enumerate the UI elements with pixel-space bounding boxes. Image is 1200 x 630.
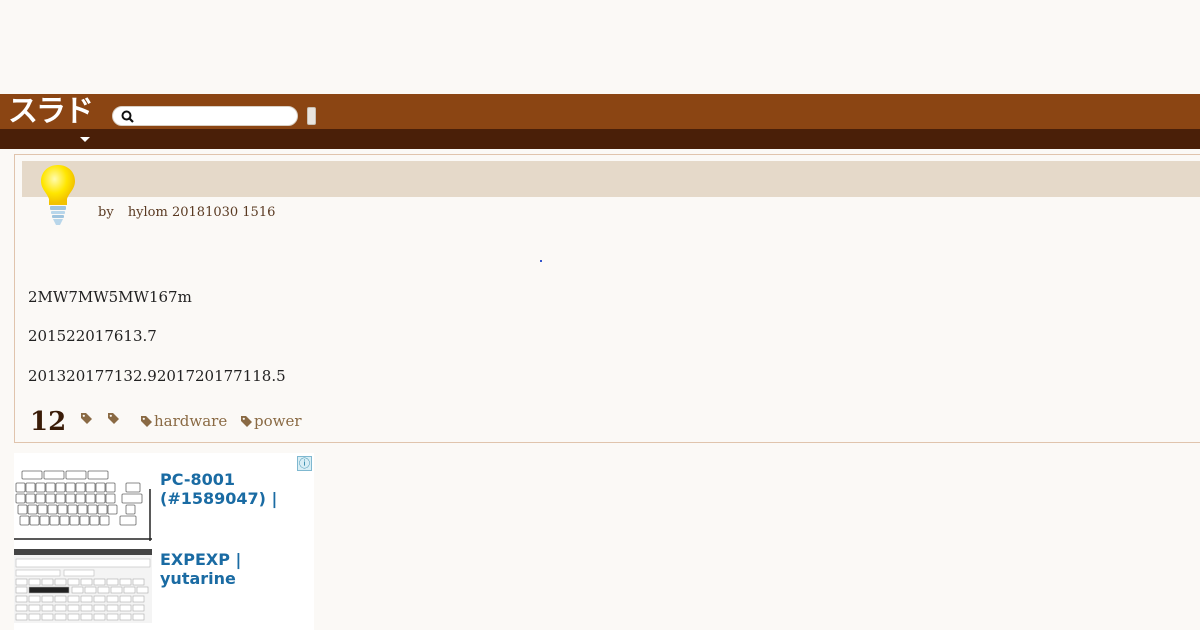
comment-count[interactable]: 12 (30, 407, 66, 437)
search-box[interactable] (112, 106, 298, 126)
keyboard-thumbnail[interactable] (14, 469, 152, 541)
search-button[interactable] (307, 107, 316, 125)
ad-info-icon[interactable]: ⓘ (297, 456, 312, 471)
tag-icon (108, 413, 119, 424)
article-paragraph: 2MW7MW5MW167m (28, 288, 192, 306)
ad-link[interactable]: EXPEXP | yutarine (160, 550, 310, 588)
ad-block: ⓘ PC-8001 (#1589047) | EXPEXP | yutarine (14, 453, 314, 630)
article-footer: 12 hardware power (30, 407, 430, 437)
site-header: スラド (0, 94, 1200, 129)
tag-label: power (254, 412, 302, 430)
author-link[interactable]: hylom (128, 205, 168, 220)
article: by hylom 20181030 1516 2MW7MW5MW167m 201… (14, 154, 1200, 443)
logo-text: スラド (8, 94, 94, 129)
tag-icon (81, 413, 92, 424)
search-input[interactable] (139, 108, 291, 124)
sub-navigation (0, 129, 1200, 149)
calculator-thumbnail[interactable] (14, 549, 152, 623)
tag-link-hardware[interactable]: hardware (140, 412, 227, 430)
lightbulb-icon[interactable] (39, 163, 77, 227)
tag-link[interactable] (107, 412, 121, 425)
article-timestamp: 20181030 1516 (171, 205, 276, 220)
article-byline: by hylom 20181030 1516 (98, 205, 275, 220)
byline-prefix: by (98, 205, 114, 220)
tag-link-power[interactable]: power (240, 412, 302, 430)
article-paragraph: 201522017613.7 (28, 327, 157, 345)
tag-label: hardware (154, 412, 228, 430)
chevron-down-icon[interactable] (80, 137, 90, 142)
tag-icon (141, 415, 152, 427)
tag-link[interactable] (80, 412, 94, 425)
ad-link[interactable]: PC-8001 (#1589047) | (160, 470, 310, 508)
article-paragraph: 201320177132.9201720177118.5 (28, 367, 286, 385)
article-title-bar[interactable] (22, 161, 1200, 197)
separator-dot (540, 260, 542, 262)
site-logo[interactable]: スラド (8, 97, 104, 127)
search-icon (121, 110, 134, 123)
top-whitespace (0, 0, 1200, 94)
tag-icon (241, 415, 252, 427)
